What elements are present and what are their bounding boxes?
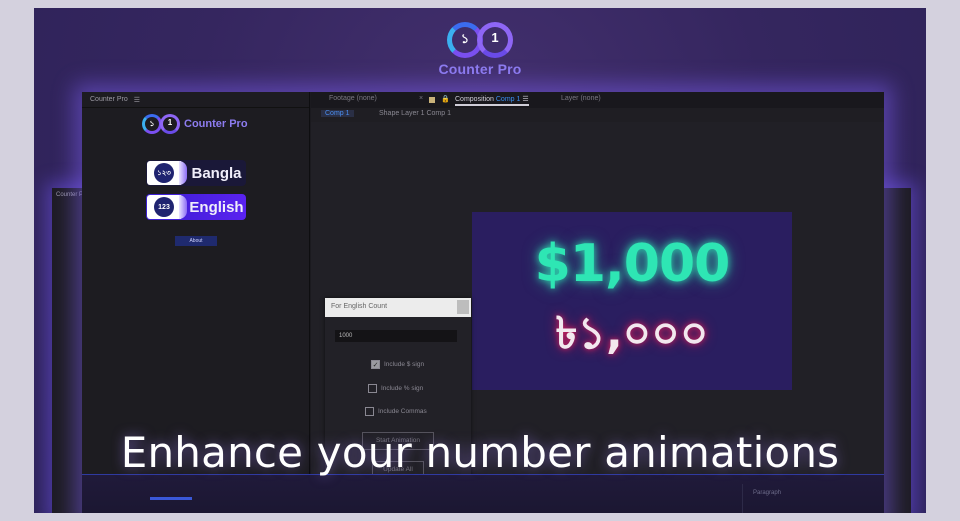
about-button[interactable]: About [175, 236, 217, 246]
tab-composition[interactable]: Composition Comp 1 ☰ [455, 95, 529, 106]
logo-digit-bangla: ১ [149, 119, 155, 128]
tab-layer[interactable]: Layer (none) [561, 95, 601, 102]
tab-footage[interactable]: Footage (none) [329, 95, 377, 102]
promo-caption: Enhance your number animations [120, 428, 840, 477]
include-percent-checkbox[interactable]: Include % sign [368, 384, 423, 393]
hamburger-icon[interactable]: ☰ [134, 96, 140, 104]
checkbox-checked-icon[interactable]: ✓ [371, 360, 380, 369]
close-icon[interactable]: × [419, 95, 423, 102]
dialog-title: For English Count [331, 303, 388, 310]
breadcrumb-comp[interactable]: Comp 1 [321, 110, 354, 117]
include-dollar-checkbox[interactable]: ✓ Include $ sign [371, 360, 424, 369]
logo-digit-bangla: ১ [460, 31, 470, 46]
brand-header: ১ 1 Counter Pro [34, 22, 926, 77]
checkbox-unchecked-icon[interactable] [368, 384, 377, 393]
include-commas-label: Include Commas [378, 408, 427, 415]
english-button-label: English [189, 198, 244, 216]
infinity-logo-icon: ১ 1 [447, 22, 513, 58]
composition-canvas: $1,000 ৳১,০০০ [472, 212, 792, 390]
logo-digit-english: 1 [167, 118, 173, 127]
panel-tab-label: Counter Pro [90, 96, 128, 103]
hamburger-icon[interactable]: ☰ [522, 96, 528, 103]
dialog-close-button[interactable] [457, 300, 469, 314]
composition-tab-name: Comp 1 [495, 96, 521, 103]
english-digits-icon: 123 [147, 195, 187, 219]
viewer-tab-bar: Footage (none) × 🔒 Composition Comp 1 ☰ … [311, 92, 884, 108]
paragraph-panel-label: Paragraph [753, 490, 782, 496]
promo-frame: ১ 1 Counter Pro Counter P Counter Pro ☰ … [34, 8, 926, 513]
panel-logo-name: Counter Pro [184, 118, 248, 130]
breadcrumb: Comp 1 Shape Layer 1 Comp 1 [311, 108, 884, 122]
bangla-digits-icon: ১২৩ [147, 161, 187, 185]
bangla-counter-value: ৳১,০০০ [555, 308, 709, 359]
logo-digit-english: 1 [491, 30, 499, 45]
dialog-header: For English Count [325, 298, 471, 317]
infinity-logo-icon: ১ 1 [142, 114, 180, 134]
breadcrumb-layer-comp[interactable]: Shape Layer 1 Comp 1 [379, 110, 451, 117]
bangla-button-label: Bangla [191, 164, 242, 182]
composition-tab-prefix: Composition [455, 96, 494, 103]
count-value-input[interactable]: 1000 [335, 330, 457, 342]
checkbox-unchecked-icon[interactable] [365, 407, 374, 416]
english-counter-value: $1,000 [534, 234, 731, 294]
panel-logo: ১ 1 Counter Pro [142, 114, 248, 134]
english-button[interactable]: 123 English [146, 194, 246, 220]
include-commas-checkbox[interactable]: Include Commas [365, 407, 427, 416]
timeline-panel: Paragraph [82, 474, 884, 513]
panel-tab[interactable]: Counter Pro ☰ [82, 92, 309, 108]
bangla-button[interactable]: ১২৩ Bangla [146, 160, 246, 186]
brand-name: Counter Pro [438, 61, 522, 77]
lock-icon[interactable]: 🔒 [441, 95, 450, 103]
paragraph-panel: Paragraph [742, 484, 872, 513]
include-percent-label: Include % sign [381, 385, 424, 392]
include-dollar-label: Include $ sign [384, 361, 425, 368]
composition-color-icon [429, 97, 435, 103]
work-area-bar[interactable] [150, 497, 192, 500]
